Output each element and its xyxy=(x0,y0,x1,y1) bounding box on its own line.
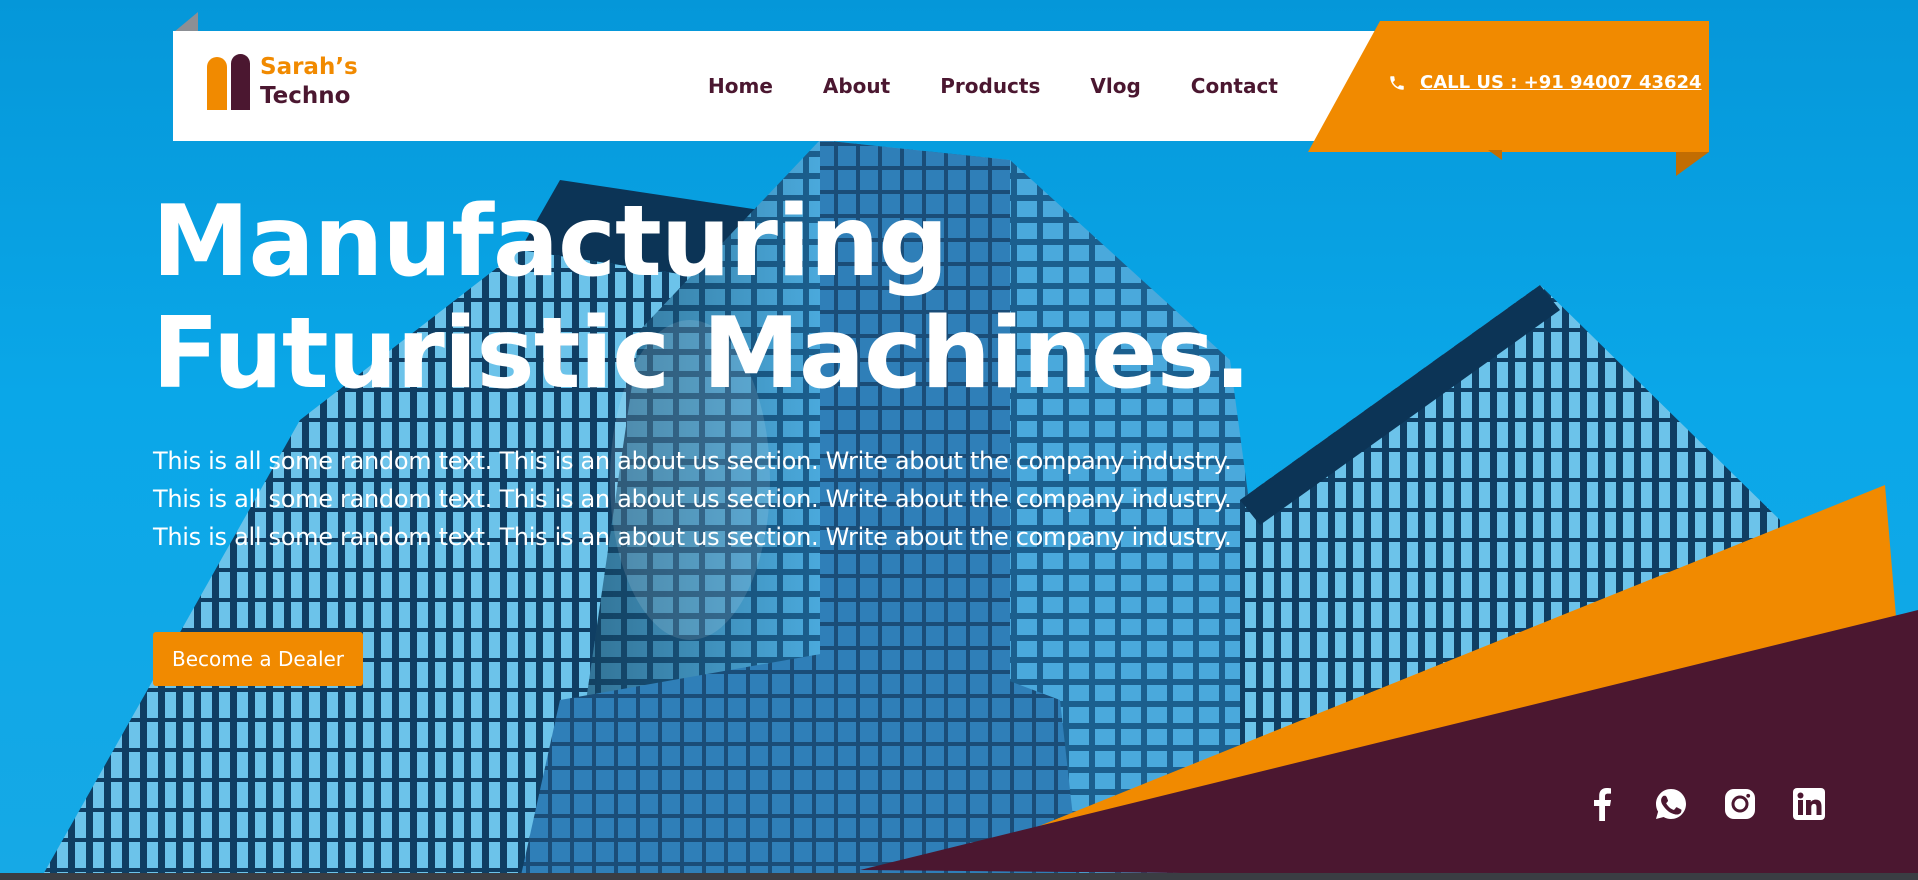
logo-mark-icon xyxy=(207,54,253,110)
brand-name-line1: Sarah’s xyxy=(260,54,358,80)
linkedin-link[interactable] xyxy=(1791,786,1827,822)
facebook-icon xyxy=(1594,788,1611,821)
instagram-icon xyxy=(1725,789,1755,819)
nav-contact[interactable]: Contact xyxy=(1191,74,1278,98)
call-us-link[interactable]: CALL US : +91 94007 43624 xyxy=(1388,72,1702,93)
become-dealer-button[interactable]: Become a Dealer xyxy=(153,632,363,686)
brand-logo[interactable]: Sarah’s Techno xyxy=(207,53,358,111)
hero-headline-line1: Manufacturing xyxy=(152,185,949,299)
social-links xyxy=(1584,786,1827,822)
main-nav: Home About Products Vlog Contact xyxy=(708,31,1278,141)
linkedin-icon xyxy=(1793,788,1825,820)
site-header: Sarah’s Techno Home About Products Vlog … xyxy=(173,31,1413,141)
hero-about-text: This is all some random text. This is an… xyxy=(153,447,1232,551)
nav-products[interactable]: Products xyxy=(940,74,1040,98)
phone-icon xyxy=(1390,75,1404,90)
whatsapp-link[interactable] xyxy=(1653,786,1689,822)
hero-headline-line2: Futuristic Machines. xyxy=(152,297,1251,411)
nav-about[interactable]: About xyxy=(823,74,890,98)
nav-home[interactable]: Home xyxy=(708,74,773,98)
brand-name: Sarah’s Techno xyxy=(260,53,358,111)
instagram-link[interactable] xyxy=(1722,786,1758,822)
call-banner-fold-left xyxy=(1488,150,1502,160)
hero-section: Sarah’s Techno Home About Products Vlog … xyxy=(0,0,1918,880)
whatsapp-icon xyxy=(1656,789,1686,819)
brand-name-line2: Techno xyxy=(260,83,351,109)
call-banner-fold-right xyxy=(1676,152,1709,176)
header-corner-fold xyxy=(174,12,198,32)
hero-headline: Manufacturing Futuristic Machines. xyxy=(152,185,1251,411)
nav-vlog[interactable]: Vlog xyxy=(1090,74,1140,98)
bottom-edge-strip xyxy=(0,873,1918,880)
facebook-link[interactable] xyxy=(1584,786,1620,822)
call-us-label: CALL US : +91 94007 43624 xyxy=(1420,72,1702,93)
